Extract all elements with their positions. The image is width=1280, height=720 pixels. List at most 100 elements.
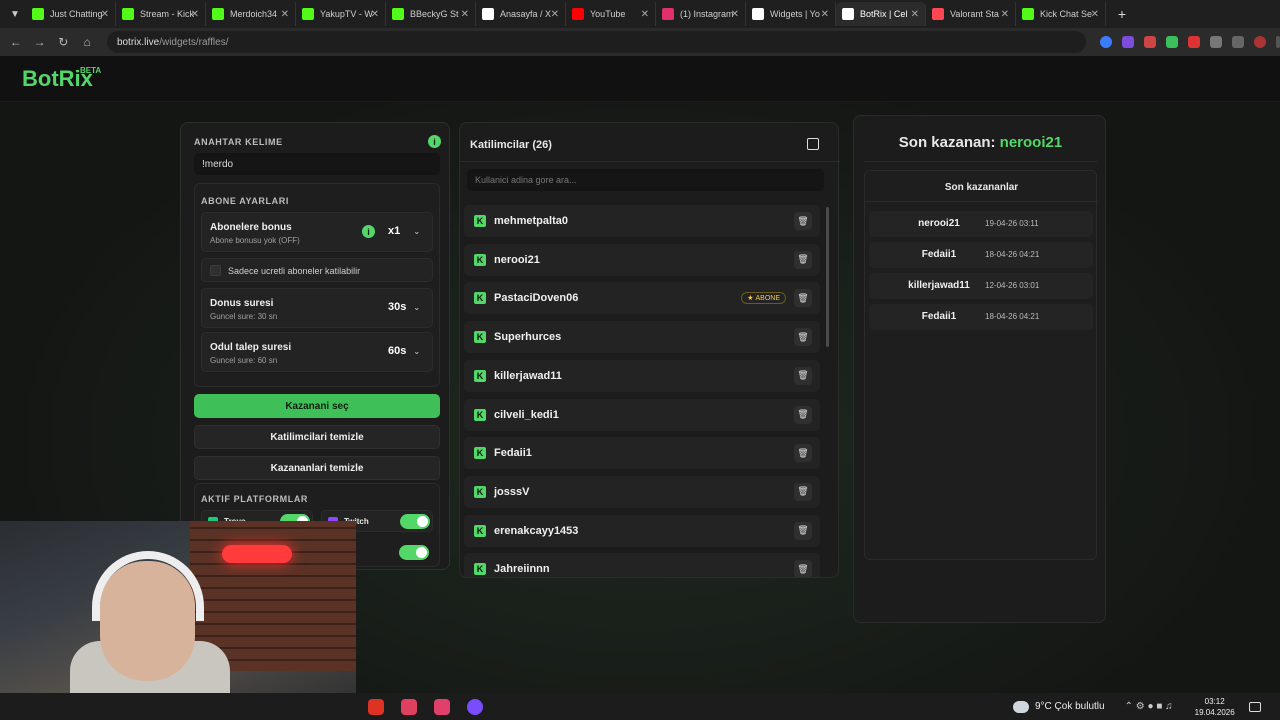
profile-avatar[interactable]	[1254, 36, 1267, 48]
browser-tab[interactable]: BotRix | Cel ✕	[836, 2, 926, 26]
browser-tab[interactable]: YakupTV - W ✕	[296, 2, 386, 26]
trash-icon[interactable]: 🗑	[794, 250, 812, 269]
taskbar-app-icon[interactable]	[434, 698, 450, 715]
tab-favicon-icon	[662, 8, 674, 20]
trash-icon[interactable]: 🗑	[794, 521, 812, 540]
subscriber-bonus-select[interactable]: x1 ⌄	[388, 225, 420, 237]
trash-icon[interactable]: 🗑	[794, 405, 812, 424]
taskbar-app-icon[interactable]	[368, 698, 384, 715]
close-icon[interactable]: ✕	[641, 9, 649, 20]
close-icon[interactable]: ✕	[101, 9, 109, 20]
extension-icon[interactable]	[1122, 36, 1135, 48]
info-icon[interactable]: i	[428, 135, 441, 148]
chevron-down-icon: ⌄	[413, 347, 421, 356]
info-icon[interactable]: i	[362, 225, 375, 238]
claim-time-row: Odul talep suresi Guncel sure: 60 sn 60s…	[201, 332, 433, 372]
paid-only-row[interactable]: Sadece ucretli aboneler katilabilir	[201, 258, 433, 282]
trash-icon[interactable]: 🗑	[794, 366, 812, 385]
close-icon[interactable]: ✕	[461, 9, 469, 20]
kick-icon: K	[474, 253, 486, 266]
participant-row: K Fedaii1 🗑	[464, 437, 820, 470]
active-platforms-label: AKTIF PLATFORMLAR	[201, 494, 309, 504]
close-icon[interactable]: ✕	[821, 9, 829, 20]
subscriber-bonus-row: Abonelere bonus Abone bonusu yok (OFF) i…	[201, 212, 433, 252]
tab-favicon-icon	[842, 8, 854, 20]
copy-icon[interactable]	[807, 138, 819, 150]
participant-name: killerjawad11	[494, 369, 562, 382]
browser-tab[interactable]: Stream - Kick ✕	[116, 2, 206, 26]
clock[interactable]: 03:12 19.04.2026	[1195, 696, 1235, 718]
botrix-logo[interactable]: BotRix BETA	[22, 66, 101, 92]
keyword-input[interactable]: !merdo	[194, 153, 440, 175]
close-icon[interactable]: ✕	[1001, 9, 1009, 20]
kick-icon: K	[474, 563, 486, 576]
scrollbar[interactable]	[826, 207, 829, 347]
weather-icon[interactable]	[1013, 700, 1029, 713]
close-icon[interactable]: ✕	[191, 9, 199, 20]
browser-tab[interactable]: Merdoich34 ✕	[206, 2, 296, 26]
close-icon[interactable]: ✕	[731, 9, 739, 20]
home-icon[interactable]: ⌂	[75, 35, 99, 49]
winner-date: 18-04-26 04:21	[985, 250, 1040, 259]
reload-icon[interactable]: ↻	[51, 35, 75, 49]
close-icon[interactable]: ✕	[1091, 9, 1099, 20]
new-tab-button[interactable]: +	[1112, 4, 1132, 24]
notification-icon[interactable]	[1248, 701, 1261, 712]
participant-name: mehmetpalta0	[494, 215, 568, 227]
url-host: botrix.live	[116, 36, 160, 48]
media-icon[interactable]	[1232, 36, 1245, 48]
platform-kick-toggle[interactable]	[399, 545, 429, 560]
browser-tab[interactable]: Valorant Sta ✕	[926, 2, 1016, 26]
platform-twitch-toggle[interactable]	[400, 514, 430, 529]
site-header: BotRix BETA	[0, 56, 1280, 102]
extension-icon[interactable]	[1144, 36, 1157, 48]
tray-icons[interactable]: ⌃ ⚙ ● ■ ♫	[1125, 701, 1173, 712]
trash-icon[interactable]: 🗑	[794, 560, 812, 577]
weather-text[interactable]: 9°C Çok bulutlu	[1035, 701, 1105, 712]
participant-name: nerooi21	[494, 253, 540, 266]
browser-tab[interactable]: BBeckyG St ✕	[386, 2, 476, 26]
bonus-time-value: 30s	[388, 301, 407, 313]
pick-winner-button[interactable]: Kazanani seç	[194, 394, 440, 418]
browser-tab[interactable]: Kick Chat Se ✕	[1016, 2, 1106, 26]
kick-icon: K	[474, 215, 486, 227]
browser-tab[interactable]: Widgets | Yo ✕	[746, 2, 836, 26]
tab-favicon-icon	[482, 8, 494, 20]
url-field[interactable]: botrix.live/widgets/raffles/	[106, 31, 1087, 53]
browser-tab[interactable]: (1) Instagram ✕	[656, 2, 746, 26]
trash-icon[interactable]: 🗑	[794, 444, 812, 463]
taskbar-app-icon[interactable]	[401, 698, 417, 715]
browser-tab[interactable]: YouTube ✕	[566, 2, 656, 26]
close-icon[interactable]: ✕	[371, 9, 379, 20]
subscriber-badge: ★ ABONE	[741, 292, 786, 305]
trash-icon[interactable]: 🗑	[794, 212, 812, 230]
extension-icon[interactable]	[1166, 36, 1179, 48]
close-icon[interactable]: ✕	[911, 9, 919, 20]
webcam-overlay	[0, 521, 356, 720]
bonus-time-select[interactable]: 30s ⌄	[388, 301, 420, 313]
bookmark-star-icon[interactable]	[1100, 36, 1113, 48]
trash-icon[interactable]: 🗑	[794, 482, 812, 501]
clear-winners-button[interactable]: Kazananlari temizle	[194, 456, 440, 480]
adblock-icon[interactable]	[1188, 36, 1201, 48]
close-icon[interactable]: ✕	[551, 9, 559, 20]
participant-row: K Jahreiinnn 🗑	[464, 553, 820, 577]
claim-time-select[interactable]: 60s ⌄	[388, 345, 420, 357]
back-icon[interactable]: ←	[4, 35, 28, 49]
trash-icon[interactable]: 🗑	[794, 289, 812, 308]
forward-icon[interactable]: →	[28, 35, 52, 49]
tab-list-chevron-icon[interactable]: ▼	[4, 3, 26, 25]
close-icon[interactable]: ✕	[281, 9, 289, 20]
clock-time: 03:12	[1204, 696, 1225, 706]
subscriber-badge-label: ABONE	[755, 294, 780, 302]
taskbar-app-icon[interactable]	[467, 698, 483, 715]
participant-search-input[interactable]: Kullanici adina gore ara...	[467, 169, 824, 191]
browser-tab[interactable]: Just Chatting ✕	[26, 2, 116, 26]
clear-participants-button[interactable]: Katilimcilari temizle	[194, 425, 440, 449]
puzzle-icon[interactable]	[1210, 36, 1223, 48]
browser-tab[interactable]: Anasayfa / X ✕	[476, 2, 566, 26]
trash-icon[interactable]: 🗑	[794, 328, 812, 347]
kick-icon: K	[474, 447, 486, 460]
paid-only-checkbox[interactable]	[210, 265, 221, 276]
menu-icon[interactable]	[1276, 36, 1280, 48]
